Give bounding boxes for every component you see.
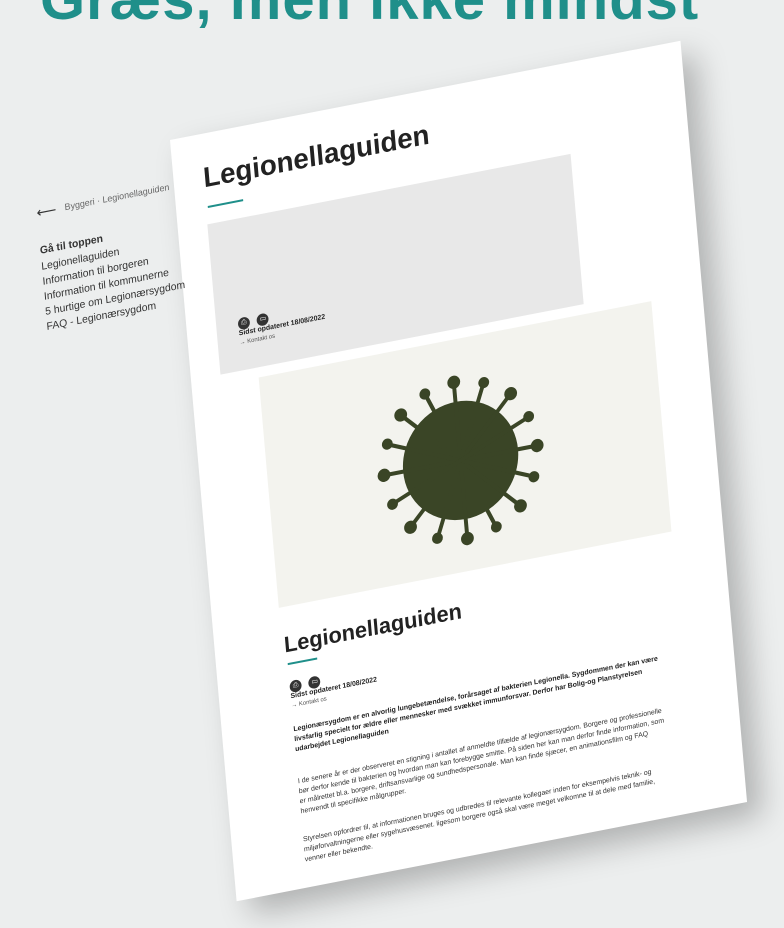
page-title: Legionellaguiden xyxy=(201,118,431,194)
breadcrumb-text[interactable]: Byggeri · Legionellaguiden xyxy=(64,182,169,212)
title-underline xyxy=(207,199,244,209)
banner-heading: Græs, men ikke mindst xyxy=(0,0,784,30)
back-arrow-icon[interactable]: ⟵ xyxy=(36,201,57,221)
virus-icon xyxy=(377,375,544,546)
side-nav: Gå til toppen Legionellaguiden Informati… xyxy=(39,212,214,336)
breadcrumb[interactable]: ⟵ Byggeri · Legionellaguiden xyxy=(36,179,170,222)
document-page: ⟵ Byggeri · Legionellaguiden Gå til topp… xyxy=(36,40,748,902)
section-title: Legionellaguiden xyxy=(282,597,463,658)
section-underline xyxy=(287,657,318,666)
